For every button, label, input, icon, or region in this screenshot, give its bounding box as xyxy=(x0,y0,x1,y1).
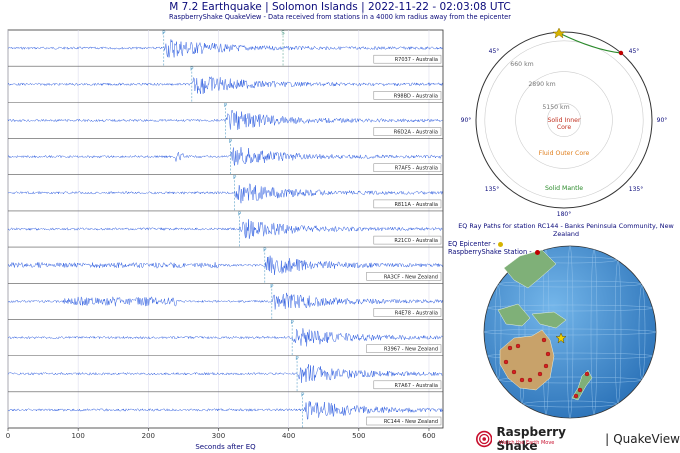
station-dot-icon xyxy=(584,371,590,377)
station-dot-icon xyxy=(537,371,543,377)
station-dot-icon xyxy=(543,363,549,369)
station-dot-icon xyxy=(541,337,547,343)
station-dot-icon xyxy=(507,345,513,351)
brand-separator: | xyxy=(605,432,610,446)
depth-label: 5150 km xyxy=(542,104,569,111)
brand-tagline: Watch the Earth Move xyxy=(499,440,555,446)
station-dot-icon xyxy=(503,359,509,365)
angle-label: 90° xyxy=(461,117,472,124)
brand-product: QuakeView xyxy=(613,432,680,446)
legend-epicenter-label: EQ Epicenter - xyxy=(448,240,496,248)
station-label: R4E78 - Australia xyxy=(395,310,438,316)
station-label: RA3CF - New Zealand xyxy=(384,274,438,280)
station-dot-icon xyxy=(515,343,521,349)
station-label: R7AF5 - Australia xyxy=(395,166,438,172)
x-tick-label: 600 xyxy=(422,432,435,440)
angle-label: 135° xyxy=(485,186,499,193)
x-tick-label: 200 xyxy=(142,432,155,440)
epicenter-dot-icon xyxy=(498,241,504,247)
station-marker-icon xyxy=(618,50,624,56)
inner-core-label: Core xyxy=(557,124,572,131)
station-label: RC144 - New Zealand xyxy=(384,419,438,425)
legend-epicenter: EQ Epicenter - xyxy=(448,240,540,248)
station-dot-icon xyxy=(519,377,525,383)
x-tick-label: 400 xyxy=(282,432,295,440)
legend-station: RaspberryShake Station - xyxy=(448,248,540,256)
angle-label: 45° xyxy=(489,48,500,55)
station-label: R98BD - Australia xyxy=(394,93,438,99)
ray-path-caption: EQ Ray Paths for station RC144 - Banks P… xyxy=(458,222,674,238)
x-tick-label: 500 xyxy=(352,432,365,440)
ray-path-diagram: 45° 45° 90° 90° 135° 135° 180° 660 km 2890 km 515… xyxy=(461,27,668,218)
station-dot-icon xyxy=(573,393,579,399)
station-label: R7037 - Australia xyxy=(395,57,438,63)
angle-label: 45° xyxy=(629,48,640,55)
x-tick-label: 100 xyxy=(71,432,84,440)
depth-label: 660 km xyxy=(510,61,533,68)
angle-label: 180° xyxy=(557,211,571,218)
mantle-label: Solid Mantle xyxy=(545,185,583,192)
x-tick-label: 300 xyxy=(212,432,225,440)
station-dot-icon xyxy=(545,351,551,357)
globe-legend: EQ Epicenter - RaspberryShake Station - xyxy=(448,240,540,256)
station-label: R7A67 - Australia xyxy=(394,383,438,389)
x-tick-label: 0 xyxy=(6,432,10,440)
inner-core-label: Solid Inner xyxy=(547,117,581,124)
station-dot-icon xyxy=(511,369,517,375)
station-label: R811A - Australia xyxy=(394,202,438,208)
angle-label: 90° xyxy=(657,117,668,124)
angle-label: 135° xyxy=(629,186,643,193)
station-label: R6D2A - Australia xyxy=(394,130,438,136)
brand-logo: Raspberry Shake | QuakeView Watch the Ea… xyxy=(476,425,680,453)
station-dot-icon xyxy=(527,377,533,383)
outer-core-label: Fluid Outer Core xyxy=(539,150,590,157)
depth-label: 2890 km xyxy=(528,81,555,88)
legend-station-label: RaspberryShake Station - xyxy=(448,248,532,256)
station-label: R3967 - New Zealand xyxy=(384,347,438,353)
globe-map xyxy=(483,245,657,419)
seismogram-chart: 0 100 200 300 400 500 600Seconds after EQPR703… xyxy=(6,29,444,451)
station-dot-icon xyxy=(534,249,540,255)
s-arrival-label: S xyxy=(281,31,285,37)
x-axis-label: Seconds after EQ xyxy=(195,443,256,451)
brand-name: Raspberry Shake xyxy=(496,425,566,453)
station-dot-icon xyxy=(577,387,583,393)
raspberry-shake-icon xyxy=(476,430,493,448)
station-label: R21C0 - Australia xyxy=(394,238,438,244)
